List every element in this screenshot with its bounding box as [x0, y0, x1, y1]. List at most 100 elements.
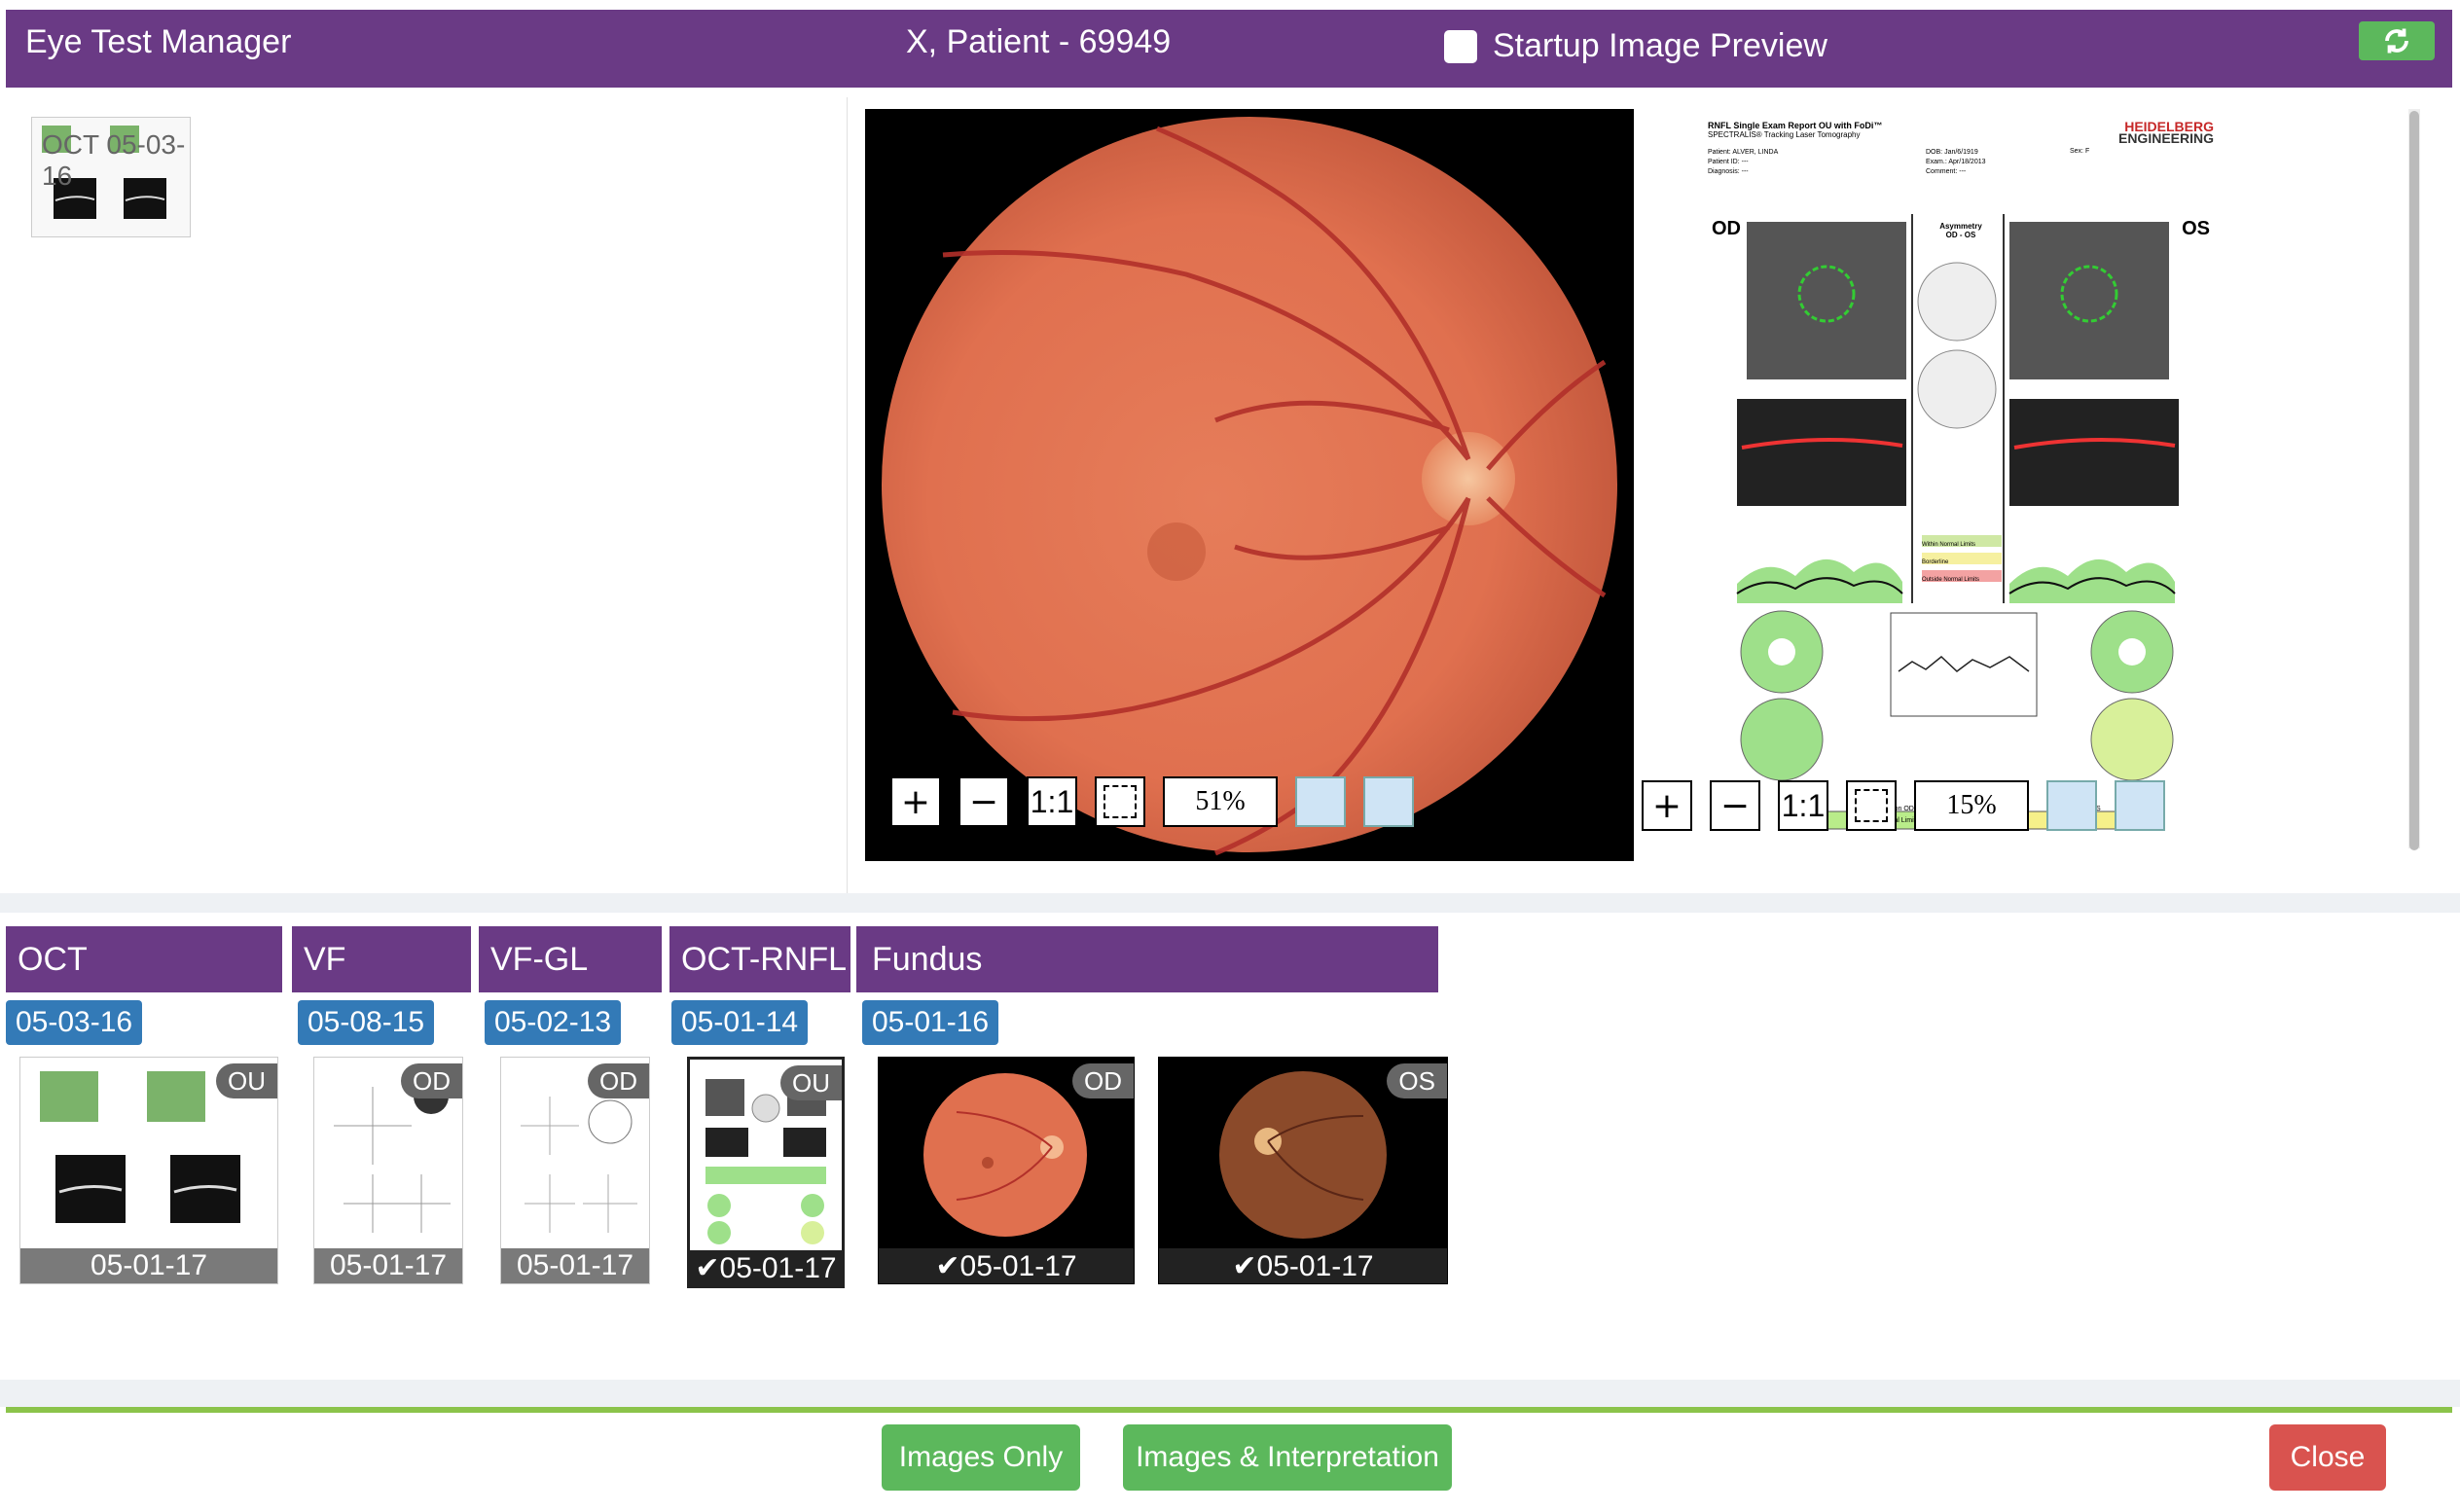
- actual-size-label: 1:1: [1030, 783, 1074, 819]
- legend-outside: Outside Normal Limits: [1922, 577, 1980, 583]
- section-divider: [0, 1380, 2460, 1407]
- zoom-level-display: 15%: [1914, 780, 2029, 831]
- field-label: Sex:: [2070, 148, 2084, 155]
- fit-to-window-button[interactable]: [1095, 776, 1145, 827]
- fit-to-window-button[interactable]: [1846, 780, 1897, 831]
- fit-icon: [1855, 789, 1888, 822]
- field-label: Exam.:: [1926, 159, 1947, 165]
- zoom-level-display: 51%: [1163, 776, 1278, 827]
- fundus-image-viewer[interactable]: + − 1:1 51%: [865, 109, 1634, 861]
- plus-icon: +: [1651, 785, 1682, 826]
- header-bar: Eye Test Manager X, Patient - 69949 Star…: [6, 10, 2452, 88]
- image-card-fundus-os[interactable]: OS ✔05-01-17: [1158, 1057, 1448, 1284]
- brand-line-2: ENGINEERING: [2117, 130, 2214, 146]
- report-graphics: [1736, 214, 2179, 830]
- fundus-image: [882, 117, 1617, 856]
- rotate-right-button[interactable]: [2115, 780, 2165, 831]
- startup-preview-checkbox[interactable]: [1444, 29, 1477, 63]
- section-divider: [0, 893, 2460, 913]
- field-label: Diagnosis:: [1708, 168, 1740, 175]
- tab-oct-rnfl[interactable]: OCT-RNFL: [669, 926, 850, 992]
- plus-icon: +: [900, 781, 931, 822]
- date-badge-vf-gl[interactable]: 05-02-13: [485, 1000, 622, 1045]
- report-fields-left: Patient: ALVER, LINDA Patient ID: --- Di…: [1708, 148, 1778, 177]
- date-badge-oct-rnfl[interactable]: 05-01-14: [671, 1000, 809, 1045]
- report-fields-right: DOB: Jan/6/1919 Exam.: Apr/18/2013 Comme…: [1926, 148, 1986, 177]
- legend-borderline: Borderline: [1922, 559, 1949, 565]
- app-title: Eye Test Manager: [25, 23, 292, 60]
- field-value: F: [2084, 148, 2090, 155]
- report-toolbar: + − 1:1 15%: [1642, 780, 2183, 831]
- patient-name: X, Patient - 69949: [906, 23, 1172, 60]
- oct-document-thumbnail[interactable]: OCT 05-03-16: [31, 117, 191, 237]
- card-date: ✔05-01-17: [879, 1248, 1134, 1283]
- fit-icon: [1103, 785, 1137, 818]
- tab-oct[interactable]: OCT: [6, 926, 282, 992]
- eye-badge: OD: [401, 1063, 462, 1098]
- date-badge-oct[interactable]: 05-03-16: [6, 1000, 143, 1045]
- actual-size-button[interactable]: 1:1: [1778, 780, 1828, 831]
- tab-fundus[interactable]: Fundus: [856, 926, 1438, 992]
- image-card-fundus-od[interactable]: OD ✔05-01-17: [878, 1057, 1135, 1284]
- actual-size-button[interactable]: 1:1: [1027, 776, 1077, 827]
- date-badge-fundus[interactable]: 05-01-16: [862, 1000, 999, 1045]
- zoom-out-button[interactable]: −: [1710, 780, 1760, 831]
- viewer-area: + − 1:1 51% RNFL Single Exam Report OU w…: [847, 97, 2420, 893]
- actual-size-label: 1:1: [1781, 787, 1826, 823]
- field-label: Patient:: [1708, 149, 1731, 156]
- image-card-vf-gl[interactable]: OD 05-01-17: [500, 1057, 650, 1284]
- image-card-oct-rnfl[interactable]: OU ✔05-01-17: [687, 1057, 845, 1288]
- field-value: ALVER, LINDA: [1732, 149, 1779, 156]
- scrollbar-thumb[interactable]: [2409, 111, 2419, 850]
- field-label: DOB:: [1926, 149, 1943, 156]
- rnfl-report-page: RNFL Single Exam Report OU with FoDi™ SP…: [1708, 120, 2214, 841]
- card-date: ✔05-01-17: [690, 1250, 842, 1285]
- close-button[interactable]: Close: [2269, 1424, 2386, 1491]
- eye-badge: OD: [1072, 1063, 1134, 1098]
- oct-document-label: OCT 05-03-16: [42, 129, 186, 191]
- card-date: 05-01-17: [20, 1248, 277, 1283]
- card-date: 05-01-17: [501, 1248, 649, 1283]
- legend-within: Within Normal Limits: [1922, 542, 1976, 548]
- document-thumbnail-panel: OCT 05-03-16: [18, 102, 845, 890]
- field-label: Comment:: [1926, 168, 1958, 175]
- refresh-button[interactable]: [2359, 21, 2435, 60]
- eye-badge: OD: [588, 1063, 649, 1098]
- field-value: Jan/6/1919: [1944, 149, 1978, 156]
- zoom-in-button[interactable]: +: [1642, 780, 1692, 831]
- field-value: ---: [1741, 168, 1749, 175]
- rotate-right-button[interactable]: [1363, 776, 1414, 827]
- eye-badge: OU: [780, 1065, 842, 1100]
- field-label: Patient ID:: [1708, 159, 1740, 165]
- field-value: Apr/18/2013: [1948, 159, 1986, 165]
- startup-preview-label: Startup Image Preview: [1493, 27, 1827, 64]
- date-badge-vf[interactable]: 05-08-15: [298, 1000, 435, 1045]
- test-tabs-area: OCT VF VF-GL OCT-RNFL Fundus 05-03-16 05…: [0, 913, 2460, 1380]
- field-value: ---: [1741, 159, 1749, 165]
- report-sex-field: Sex: F: [2070, 148, 2089, 155]
- card-date: ✔05-01-17: [1159, 1248, 1447, 1283]
- image-preview-area: OCT 05-03-16 + − 1:1 51% RNFL Single Exa…: [0, 97, 2460, 893]
- eye-badge: OS: [1387, 1063, 1447, 1098]
- refresh-icon: [2385, 28, 2408, 54]
- heidelberg-logo: HEIDELBERG ENGINEERING: [2117, 120, 2214, 146]
- tab-vf[interactable]: VF: [292, 926, 471, 992]
- card-date: 05-01-17: [314, 1248, 462, 1283]
- tab-vf-gl[interactable]: VF-GL: [479, 926, 662, 992]
- images-interpretation-button[interactable]: Images & Interpretation: [1123, 1424, 1452, 1491]
- footer-divider: [6, 1407, 2452, 1413]
- field-value: ---: [1959, 168, 1967, 175]
- rotate-left-button[interactable]: [1295, 776, 1346, 827]
- image-card-vf[interactable]: OD 05-01-17: [313, 1057, 463, 1284]
- image-card-oct[interactable]: OU 05-01-17: [19, 1057, 278, 1284]
- minus-icon: −: [968, 781, 999, 822]
- eye-badge: OU: [216, 1063, 277, 1098]
- fundus-toolbar: + − 1:1 51%: [890, 776, 1431, 827]
- rotate-left-button[interactable]: [2046, 780, 2097, 831]
- zoom-out-button[interactable]: −: [959, 776, 1009, 827]
- images-only-button[interactable]: Images Only: [882, 1424, 1080, 1491]
- report-legend: Within Normal Limits Borderline Outside …: [1922, 536, 2002, 589]
- report-image-viewer[interactable]: RNFL Single Exam Report OU with FoDi™ SP…: [1634, 109, 2305, 861]
- zoom-in-button[interactable]: +: [890, 776, 941, 827]
- startup-preview-toggle[interactable]: Startup Image Preview: [1444, 27, 1827, 65]
